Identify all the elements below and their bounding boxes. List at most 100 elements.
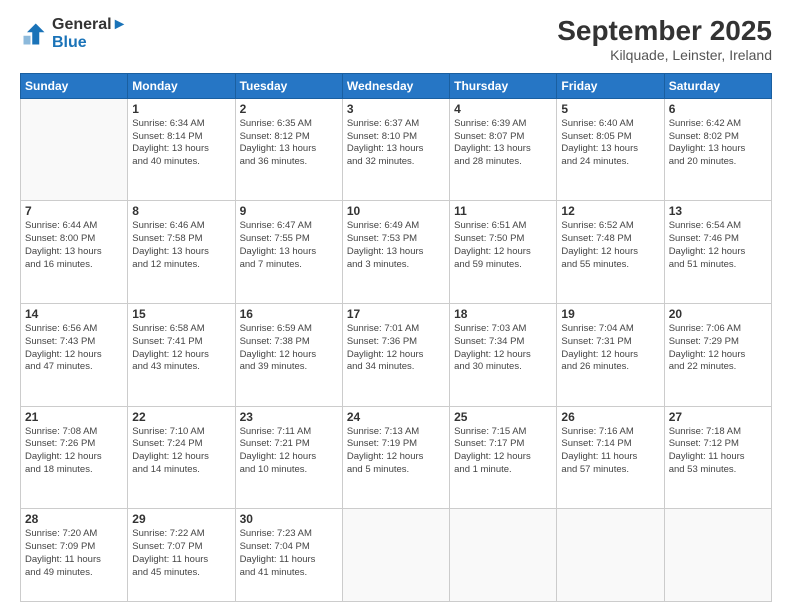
calendar-title: September 2025 — [557, 16, 772, 47]
col-saturday: Saturday — [664, 73, 771, 98]
day-info: Sunrise: 7:18 AM Sunset: 7:12 PM Dayligh… — [669, 426, 767, 477]
day-number: 1 — [132, 102, 230, 116]
day-number: 14 — [25, 307, 123, 321]
table-row: 2 Sunrise: 6:35 AM Sunset: 8:12 PM Daylig… — [235, 98, 342, 201]
day-number: 30 — [240, 512, 338, 526]
day-number: 6 — [669, 102, 767, 116]
table-row: 28 Sunrise: 7:20 AM Sunset: 7:09 PM Dayli… — [21, 509, 128, 602]
table-row: 19 Sunrise: 7:04 AM Sunset: 7:31 PM Dayli… — [557, 303, 664, 406]
day-number: 8 — [132, 204, 230, 218]
col-sunday: Sunday — [21, 73, 128, 98]
day-number: 4 — [454, 102, 552, 116]
day-info: Sunrise: 6:40 AM Sunset: 8:05 PM Dayligh… — [561, 118, 659, 169]
table-row: 24 Sunrise: 7:13 AM Sunset: 7:19 PM Dayli… — [342, 406, 449, 509]
day-info: Sunrise: 7:06 AM Sunset: 7:29 PM Dayligh… — [669, 323, 767, 374]
table-row: 29Sunrise: 7:22 AM Sunset: 7:07 PM Dayli… — [128, 509, 235, 602]
logo-icon — [20, 20, 48, 48]
day-info: Sunrise: 6:58 AM Sunset: 7:41 PM Dayligh… — [132, 323, 230, 374]
table-row: 8 Sunrise: 6:46 AM Sunset: 7:58 PM Daylig… — [128, 201, 235, 304]
day-number: 3 — [347, 102, 445, 116]
day-info: Sunrise: 6:39 AM Sunset: 8:07 PM Dayligh… — [454, 118, 552, 169]
day-number: 17 — [347, 307, 445, 321]
calendar-table: Sunday Monday Tuesday Wednesday Thursday… — [20, 73, 772, 602]
day-info: Sunrise: 6:35 AM Sunset: 8:12 PM Dayligh… — [240, 118, 338, 169]
col-wednesday: Wednesday — [342, 73, 449, 98]
day-number: 5 — [561, 102, 659, 116]
table-row: 20 Sunrise: 7:06 AM Sunset: 7:29 PM Dayli… — [664, 303, 771, 406]
table-row: 16 Sunrise: 6:59 AM Sunset: 7:38 PM Dayli… — [235, 303, 342, 406]
day-number: 2 — [240, 102, 338, 116]
table-row: 12 Sunrise: 6:52 AM Sunset: 7:48 PM Dayli… — [557, 201, 664, 304]
col-thursday: Thursday — [450, 73, 557, 98]
table-row: 25Sunrise: 7:15 AM Sunset: 7:17 PM Dayli… — [450, 406, 557, 509]
table-row: 22 Sunrise: 7:10 AM Sunset: 7:24 PM Dayli… — [128, 406, 235, 509]
table-row: 6 Sunrise: 6:42 AM Sunset: 8:02 PM Daylig… — [664, 98, 771, 201]
day-info: Sunrise: 7:11 AM Sunset: 7:21 PM Dayligh… — [240, 426, 338, 477]
logo-text: General► Blue — [52, 16, 127, 52]
table-row: 15 Sunrise: 6:58 AM Sunset: 7:41 PM Dayli… — [128, 303, 235, 406]
day-info: Sunrise: 6:56 AM Sunset: 7:43 PM Dayligh… — [25, 323, 123, 374]
day-info: Sunrise: 6:37 AM Sunset: 8:10 PM Dayligh… — [347, 118, 445, 169]
table-row: 30 Sunrise: 7:23 AM Sunset: 7:04 PM Dayli… — [235, 509, 342, 602]
calendar-header-row: Sunday Monday Tuesday Wednesday Thursday… — [21, 73, 772, 98]
table-row — [557, 509, 664, 602]
table-row: 26Sunrise: 7:16 AM Sunset: 7:14 PM Dayli… — [557, 406, 664, 509]
day-info: Sunrise: 6:51 AM Sunset: 7:50 PM Dayligh… — [454, 220, 552, 271]
table-row: 23 Sunrise: 7:11 AM Sunset: 7:21 PM Dayli… — [235, 406, 342, 509]
day-info: Sunrise: 6:46 AM Sunset: 7:58 PM Dayligh… — [132, 220, 230, 271]
logo: General► Blue — [20, 16, 127, 52]
day-info: Sunrise: 6:54 AM Sunset: 7:46 PM Dayligh… — [669, 220, 767, 271]
day-number: 7 — [25, 204, 123, 218]
col-tuesday: Tuesday — [235, 73, 342, 98]
table-row: 11Sunrise: 6:51 AM Sunset: 7:50 PM Dayli… — [450, 201, 557, 304]
day-info: Sunrise: 7:04 AM Sunset: 7:31 PM Dayligh… — [561, 323, 659, 374]
day-info: Sunrise: 6:47 AM Sunset: 7:55 PM Dayligh… — [240, 220, 338, 271]
day-info: Sunrise: 7:23 AM Sunset: 7:04 PM Dayligh… — [240, 528, 338, 579]
page: General► Blue September 2025 Kilquade, L… — [0, 0, 792, 612]
header: General► Blue September 2025 Kilquade, L… — [20, 16, 772, 63]
day-number: 10 — [347, 204, 445, 218]
day-number: 20 — [669, 307, 767, 321]
day-number: 15 — [132, 307, 230, 321]
day-info: Sunrise: 6:49 AM Sunset: 7:53 PM Dayligh… — [347, 220, 445, 271]
table-row: 3 Sunrise: 6:37 AM Sunset: 8:10 PM Daylig… — [342, 98, 449, 201]
table-row — [21, 98, 128, 201]
day-number: 24 — [347, 410, 445, 424]
col-friday: Friday — [557, 73, 664, 98]
table-row — [664, 509, 771, 602]
day-number: 12 — [561, 204, 659, 218]
table-row: 14 Sunrise: 6:56 AM Sunset: 7:43 PM Dayli… — [21, 303, 128, 406]
day-number: 25 — [454, 410, 552, 424]
day-info: Sunrise: 6:59 AM Sunset: 7:38 PM Dayligh… — [240, 323, 338, 374]
day-number: 29 — [132, 512, 230, 526]
day-info: Sunrise: 7:16 AM Sunset: 7:14 PM Dayligh… — [561, 426, 659, 477]
day-number: 27 — [669, 410, 767, 424]
table-row: 13 Sunrise: 6:54 AM Sunset: 7:46 PM Dayli… — [664, 201, 771, 304]
day-info: Sunrise: 6:42 AM Sunset: 8:02 PM Dayligh… — [669, 118, 767, 169]
day-info: Sunrise: 6:52 AM Sunset: 7:48 PM Dayligh… — [561, 220, 659, 271]
table-row — [342, 509, 449, 602]
day-number: 21 — [25, 410, 123, 424]
table-row: 5 Sunrise: 6:40 AM Sunset: 8:05 PM Daylig… — [557, 98, 664, 201]
day-number: 28 — [25, 512, 123, 526]
day-info: Sunrise: 7:08 AM Sunset: 7:26 PM Dayligh… — [25, 426, 123, 477]
table-row: 17 Sunrise: 7:01 AM Sunset: 7:36 PM Dayli… — [342, 303, 449, 406]
table-row: 4 Sunrise: 6:39 AM Sunset: 8:07 PM Daylig… — [450, 98, 557, 201]
day-number: 13 — [669, 204, 767, 218]
day-info: Sunrise: 7:20 AM Sunset: 7:09 PM Dayligh… — [25, 528, 123, 579]
table-row: 7Sunrise: 6:44 AM Sunset: 8:00 PM Daylig… — [21, 201, 128, 304]
title-block: September 2025 Kilquade, Leinster, Irela… — [557, 16, 772, 63]
day-number: 9 — [240, 204, 338, 218]
day-info: Sunrise: 7:03 AM Sunset: 7:34 PM Dayligh… — [454, 323, 552, 374]
col-monday: Monday — [128, 73, 235, 98]
day-number: 18 — [454, 307, 552, 321]
table-row: 21 Sunrise: 7:08 AM Sunset: 7:26 PM Dayli… — [21, 406, 128, 509]
day-number: 19 — [561, 307, 659, 321]
day-info: Sunrise: 7:10 AM Sunset: 7:24 PM Dayligh… — [132, 426, 230, 477]
day-number: 23 — [240, 410, 338, 424]
day-number: 16 — [240, 307, 338, 321]
day-info: Sunrise: 7:13 AM Sunset: 7:19 PM Dayligh… — [347, 426, 445, 477]
day-number: 22 — [132, 410, 230, 424]
day-info: Sunrise: 7:01 AM Sunset: 7:36 PM Dayligh… — [347, 323, 445, 374]
table-row: 9 Sunrise: 6:47 AM Sunset: 7:55 PM Daylig… — [235, 201, 342, 304]
